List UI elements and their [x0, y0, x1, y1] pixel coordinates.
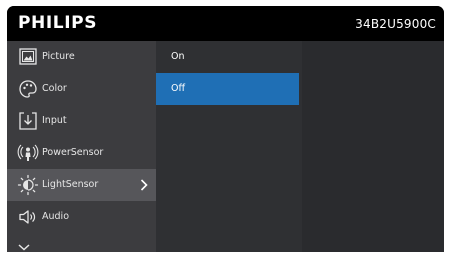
picture-icon	[17, 46, 39, 68]
light-sensor-icon	[17, 174, 39, 196]
chevron-right-icon	[139, 178, 149, 192]
menu-item-powersensor[interactable]: PowerSensor	[7, 137, 156, 169]
model-name: 34B2U5900C	[355, 17, 436, 31]
main-menu: Picture Color Input PowerSensor LightSen…	[7, 41, 156, 252]
submenu: On Off	[156, 41, 302, 252]
power-sensor-icon	[17, 142, 39, 164]
option-label: Off	[171, 83, 186, 94]
menu-item-label: Audio	[42, 211, 70, 222]
menu-item-input[interactable]: Input	[7, 105, 156, 137]
osd-panel: PHILIPS 34B2U5900C Picture Color Input P…	[7, 6, 444, 252]
menu-item-label: PowerSensor	[42, 147, 104, 158]
osd-header: PHILIPS 34B2U5900C	[7, 6, 444, 41]
option-on[interactable]: On	[156, 41, 298, 73]
menu-item-picture[interactable]: Picture	[7, 41, 156, 73]
brand-logo: PHILIPS	[18, 13, 98, 33]
detail-panel	[302, 41, 444, 252]
speaker-icon	[17, 206, 39, 228]
chevron-down-icon[interactable]	[17, 237, 31, 251]
input-icon	[17, 110, 39, 132]
menu-item-audio[interactable]: Audio	[7, 201, 156, 233]
menu-item-lightsensor[interactable]: LightSensor	[7, 169, 156, 201]
menu-item-label: Picture	[42, 51, 75, 62]
option-label: On	[171, 51, 185, 62]
menu-item-label: Color	[42, 83, 67, 94]
menu-item-color[interactable]: Color	[7, 73, 156, 105]
palette-icon	[17, 78, 39, 100]
menu-item-label: Input	[42, 115, 67, 126]
option-off[interactable]: Off	[156, 73, 299, 105]
menu-item-label: LightSensor	[42, 179, 99, 190]
